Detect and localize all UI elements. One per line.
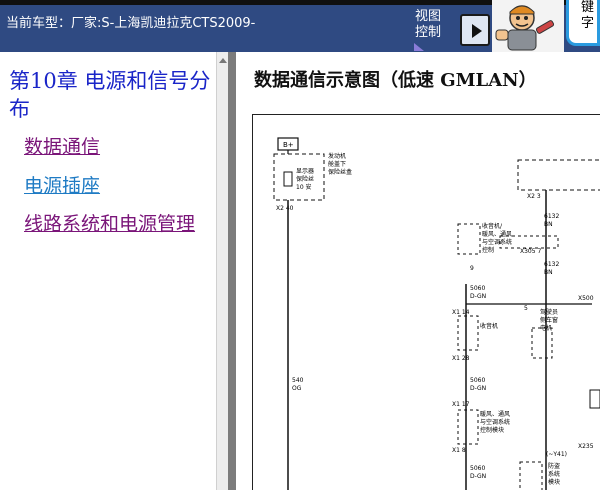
radio-connector-box [457, 315, 479, 351]
svg-text:收音机/暖风、通风与空调系统控制: 收音机/暖风、通风与空调系统控制 [482, 222, 512, 254]
svg-text:X1 28: X1 28 [452, 355, 470, 362]
svg-text:X1 8: X1 8 [452, 447, 466, 454]
svg-text:防盗系统模块: 防盗系统模块 [548, 462, 560, 486]
svg-text:显示器保险丝10 安: 显示器保险丝 10 安 [296, 168, 314, 191]
svg-text:X235: X235 [578, 443, 594, 450]
svg-text:9: 9 [470, 265, 474, 272]
battery-label: B+ [283, 141, 294, 149]
svg-text:5: 5 [524, 305, 528, 312]
svg-text:驾驶员侧车窗电机: 驾驶员侧车窗电机 [540, 308, 558, 332]
page-title: 数据通信示意图（低速 GMLAN） [254, 70, 537, 91]
right-module-box [517, 159, 600, 191]
sidebar-scrollbar[interactable] [216, 52, 228, 490]
svg-text:X1 14: X1 14 [452, 309, 470, 316]
svg-text:5060D-GN: 5060 D-GN [470, 465, 486, 480]
seat-motor-box [531, 327, 553, 359]
sidebar-link-power-outlet[interactable]: 电源插座 [9, 173, 229, 199]
svg-text:X2 3: X2 3 [527, 193, 541, 200]
view-control-button[interactable]: 视图控制 [415, 9, 445, 41]
wiring-diagram: B+ 发动机舱盖下保险丝盒 显示器保险丝 10 安 X2 40 540 OG X2 … [252, 114, 600, 490]
keyboard-shortcut-tip[interactable]: 键字 [566, 0, 600, 46]
view-control-arrow-icon[interactable] [414, 43, 424, 51]
theft-module-box [519, 461, 543, 490]
fuse-symbol [283, 171, 293, 187]
sidebar: 第10章 电源和信号分布 数据通信 电源插座 线路系统和电源管理 [0, 52, 228, 490]
svg-text:收音机: 收音机 [480, 322, 498, 330]
svg-text:6132BN: 6132 BN [544, 213, 559, 228]
svg-text:6132BN: 6132 BN [544, 261, 559, 276]
play-arrow-button[interactable] [460, 14, 490, 46]
connector-edge-box [589, 389, 600, 409]
sidebar-link-data-communication[interactable]: 数据通信 [9, 134, 229, 160]
svg-text:5060D-GN: 5060 D-GN [470, 285, 486, 300]
pane-splitter[interactable] [228, 52, 236, 490]
svg-text:暖风、通风与空调系统控制模块: 暖风、通风与空调系统控制模块 [480, 410, 510, 434]
svg-text:(~Y41): (~Y41) [546, 451, 567, 458]
svg-text:X500: X500 [578, 295, 594, 302]
radio-module-box [457, 223, 481, 255]
chapter-title: 第10章 电源和信号分布 [9, 69, 211, 121]
sidebar-link-wiring-power-management[interactable]: 线路系统和电源管理 [9, 211, 214, 237]
current-vehicle-label: 当前车型：厂家:S-上海凯迪拉克CTS2009- [6, 16, 256, 31]
scroll-up-arrow-icon[interactable] [219, 58, 227, 63]
hvac-module-box [457, 409, 479, 445]
mechanic-mascot-icon [492, 0, 564, 52]
content-pane: 数据通信示意图（低速 GMLAN） B+ 发动机舱盖下保险丝盒 显示器保险丝 10… [236, 52, 600, 490]
svg-text:540OG: 540 OG [292, 377, 304, 392]
svg-text:X1 17: X1 17 [452, 401, 470, 408]
svg-text:X2 40: X2 40 [276, 205, 294, 212]
svg-text:X305 7: X305 7 [520, 248, 541, 255]
svg-text:发动机舱盖下保险丝盒: 发动机舱盖下保险丝盒 [328, 152, 352, 176]
svg-text:5060D-GN: 5060 D-GN [470, 377, 486, 392]
top-toolbar: 当前车型：厂家:S-上海凯迪拉克CTS2009- 视图控制 键字 [0, 0, 600, 52]
